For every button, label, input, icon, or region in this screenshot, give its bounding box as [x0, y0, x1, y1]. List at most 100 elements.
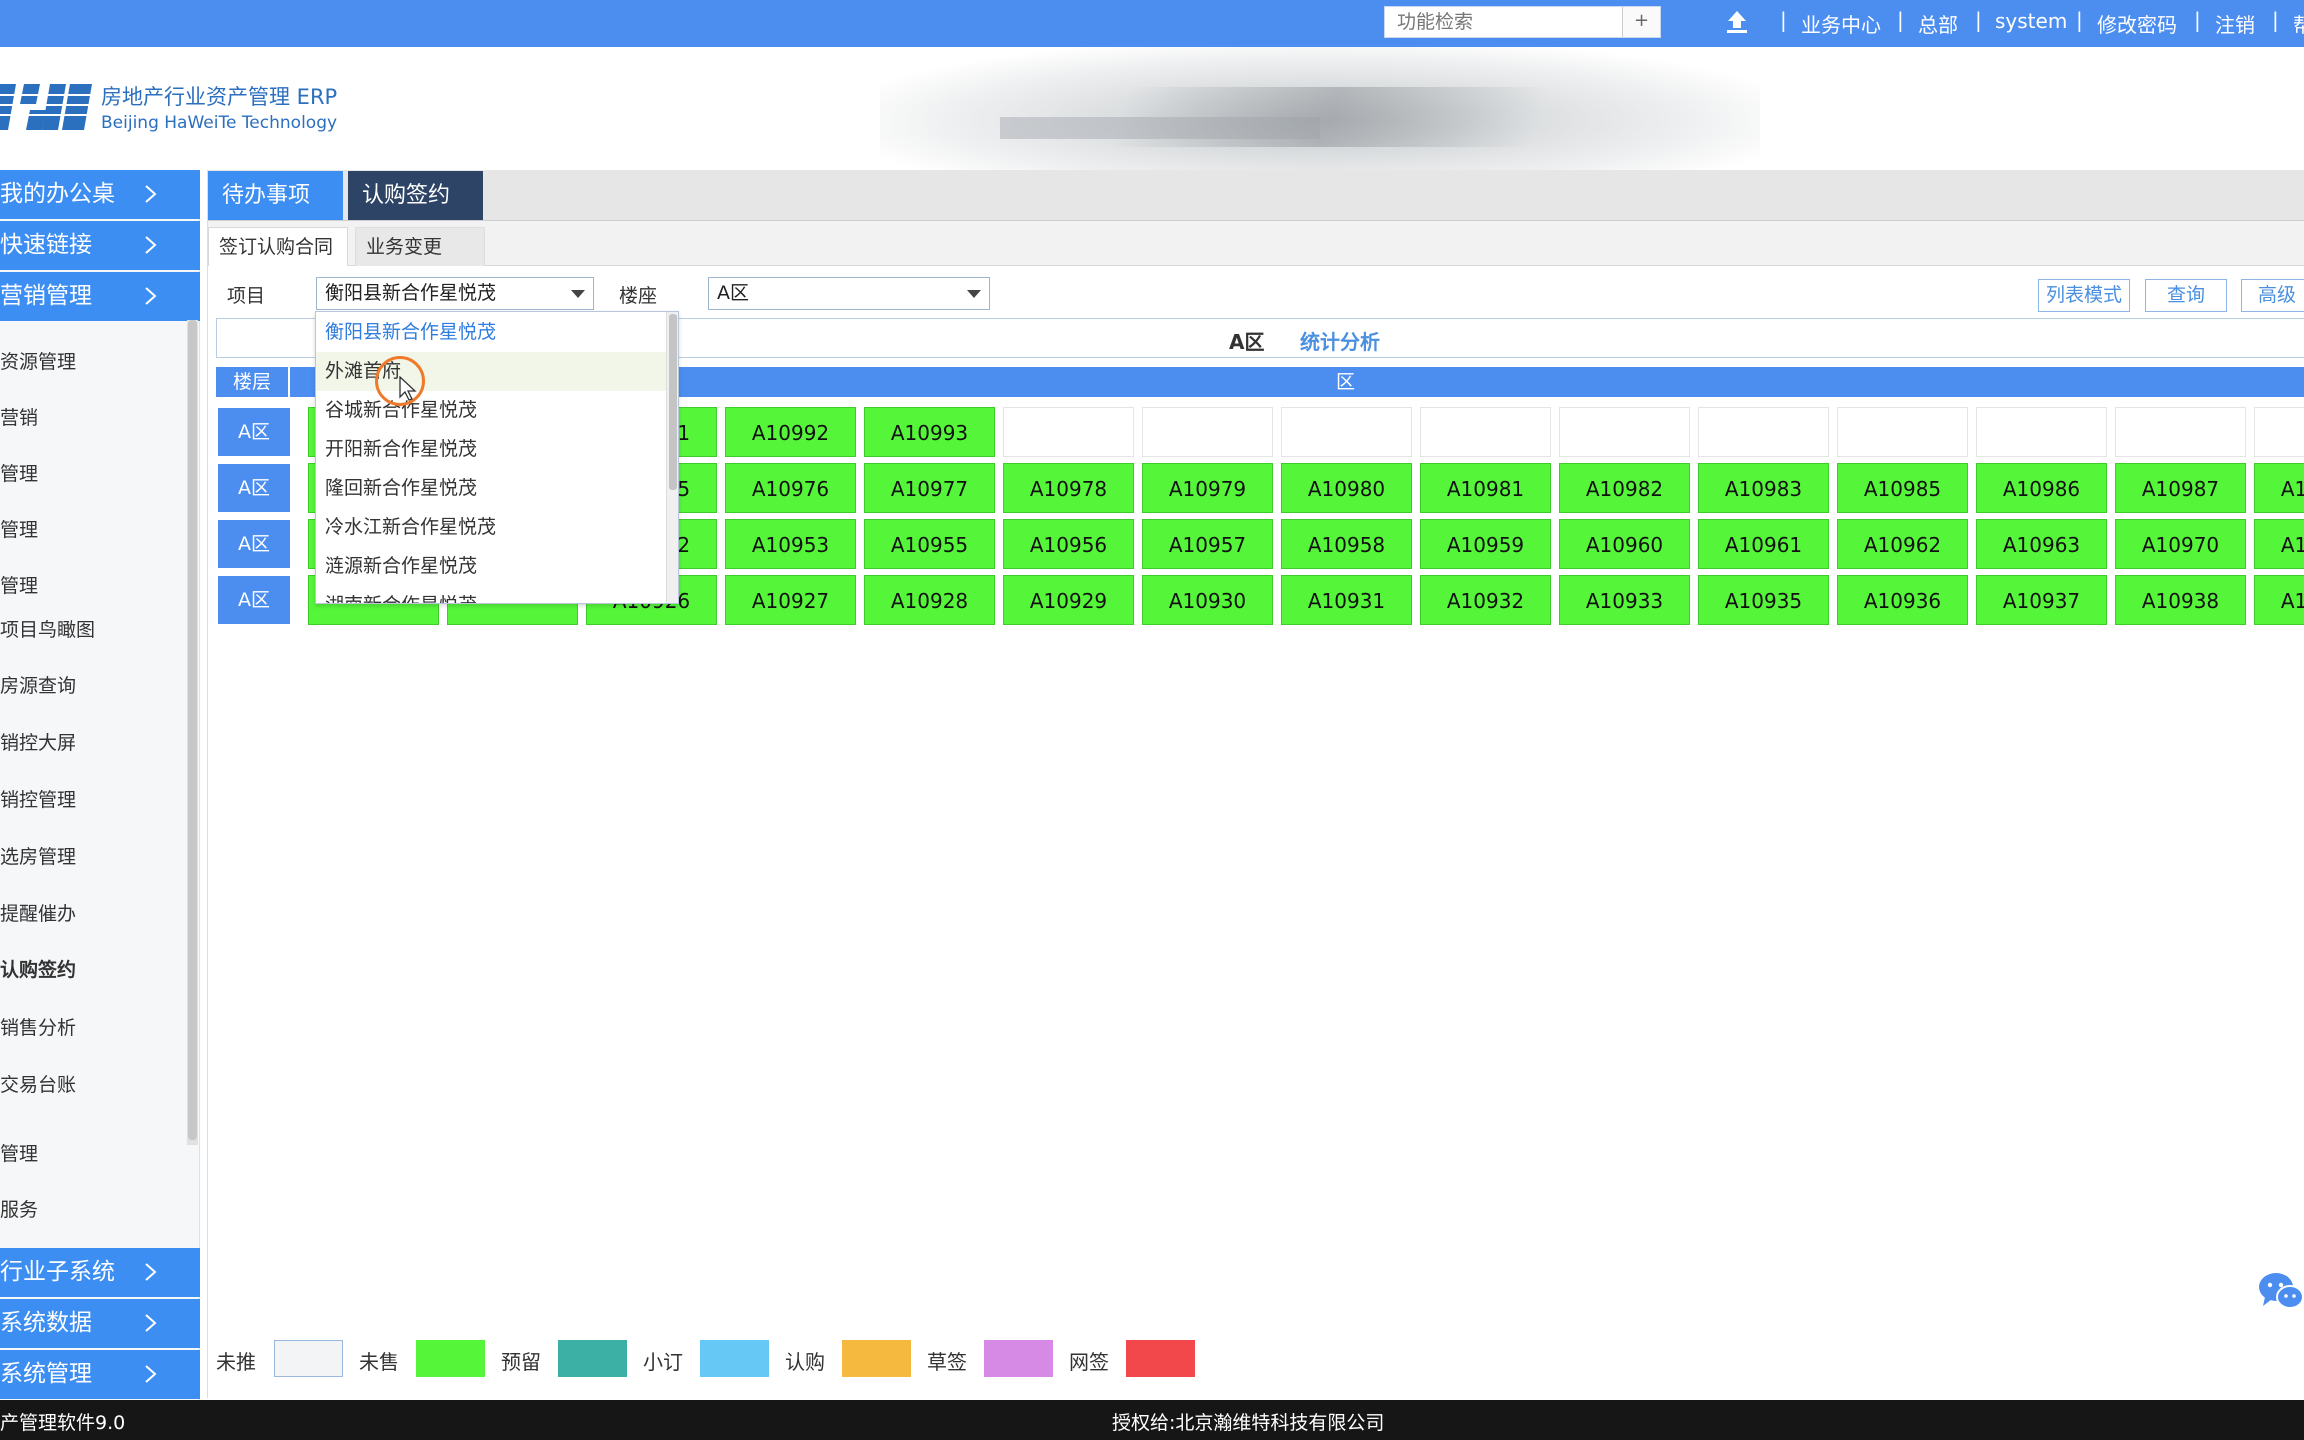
tab-todo[interactable]: 待办事项	[208, 171, 343, 220]
link-change-password[interactable]: 修改密码	[2097, 9, 2177, 38]
empty-cell	[1559, 407, 1690, 457]
sidebar-item[interactable]: 资源管理	[0, 347, 185, 374]
unit-cell[interactable]: A10960	[1559, 519, 1690, 569]
dropdown-option[interactable]: 隆回新合作星悦茂	[316, 469, 666, 508]
upload-icon[interactable]	[1724, 8, 1750, 36]
unit-cell[interactable]: A10958	[1281, 519, 1412, 569]
sidebar-item[interactable]: 管理	[0, 459, 185, 486]
dropdown-option[interactable]: 涟源新合作星悦茂	[316, 547, 666, 586]
unit-cell[interactable]: A10959	[1420, 519, 1551, 569]
unit-cell[interactable]: A10957	[1142, 519, 1273, 569]
sidebar-item[interactable]: 服务	[0, 1195, 185, 1222]
sidebar-group-my-desk[interactable]: 我的办公桌	[0, 170, 200, 219]
unit-cell[interactable]: A10956	[1003, 519, 1134, 569]
sidebar-group-quick-links[interactable]: 快速链接	[0, 221, 200, 270]
sidebar-item[interactable]: 交易台账	[0, 1070, 185, 1097]
building-select[interactable]: A区	[708, 277, 990, 310]
dropdown-scrollbar[interactable]	[666, 312, 678, 603]
sidebar-item[interactable]: 销控管理	[0, 785, 185, 812]
separator: |	[2272, 8, 2279, 32]
unit-cell[interactable]: A10962	[1837, 519, 1968, 569]
sidebar-item[interactable]: 管理	[0, 1139, 185, 1166]
dropdown-option[interactable]: 谷城新合作星悦茂	[316, 391, 666, 430]
sidebar-item[interactable]: 项目鸟瞰图	[0, 615, 185, 642]
unit-cell[interactable]: A10932	[1420, 575, 1551, 625]
unit-cell[interactable]: A10933	[1559, 575, 1690, 625]
unit-cell[interactable]: A10978	[1003, 463, 1134, 513]
unit-cell[interactable]: A10935	[1698, 575, 1829, 625]
subtab-business-change[interactable]: 业务变更	[355, 227, 485, 266]
unit-cell[interactable]: A10986	[1976, 463, 2107, 513]
unit-cell[interactable]: A10992	[725, 407, 856, 457]
unit-cell[interactable]: A10980	[1281, 463, 1412, 513]
project-dropdown-list[interactable]: 衡阳县新合作星悦茂 外滩首府 谷城新合作星悦茂 开阳新合作星悦茂 隆回新合作星悦茂 冷水江…	[315, 311, 679, 604]
unit-cell[interactable]: A10970	[2115, 519, 2246, 569]
link-business-center[interactable]: 业务中心	[1801, 9, 1881, 38]
unit-cell[interactable]: A10937	[1976, 575, 2107, 625]
sidebar-group-system-admin[interactable]: 系统管理	[0, 1350, 200, 1399]
dropdown-option[interactable]: 冷水江新合作星悦茂	[316, 508, 666, 547]
header-banner: 房地产行业资产管理 ERP Beijing HaWeiTe Technology	[0, 47, 2304, 170]
sidebar-group-industry-subsystem[interactable]: 行业子系统	[0, 1248, 200, 1297]
unit-cell[interactable]: A10988	[2254, 463, 2304, 513]
unit-cell[interactable]: A10971	[2254, 519, 2304, 569]
dropdown-option[interactable]: 湖南新合作星悦茂	[316, 586, 666, 603]
unit-cell[interactable]: A10938	[2115, 575, 2246, 625]
link-help[interactable]: 帮	[2293, 9, 2304, 38]
list-mode-button[interactable]: 列表模式	[2038, 279, 2130, 312]
link-headquarters[interactable]: 总部	[1918, 9, 1958, 38]
link-logout[interactable]: 注销	[2215, 9, 2255, 38]
dropdown-option[interactable]: 衡阳县新合作星悦茂	[316, 313, 666, 352]
function-search[interactable]: +	[1384, 6, 1661, 38]
unit-cell[interactable]: A10982	[1559, 463, 1690, 513]
subtab-sign-contract[interactable]: 签订认购合同	[208, 227, 348, 266]
unit-cell[interactable]: A10928	[864, 575, 995, 625]
unit-cell[interactable]: A10976	[725, 463, 856, 513]
unit-cell[interactable]: A10981	[1420, 463, 1551, 513]
query-button[interactable]: 查询	[2145, 279, 2227, 312]
empty-cell	[1420, 407, 1551, 457]
unit-cell[interactable]: A10955	[864, 519, 995, 569]
sidebar-group-system-data[interactable]: 系统数据	[0, 1299, 200, 1348]
unit-cell[interactable]: A10936	[1837, 575, 1968, 625]
link-system-user[interactable]: system	[1995, 9, 2067, 33]
unit-cell[interactable]: A10953	[725, 519, 856, 569]
sidebar-group-marketing[interactable]: 营销管理	[0, 272, 200, 321]
sidebar-item-subscription-signing[interactable]: 认购签约	[0, 955, 185, 982]
unit-cell[interactable]: A10993	[864, 407, 995, 457]
sidebar-item[interactable]: 选房管理	[0, 842, 185, 869]
unit-cell[interactable]: A10927	[725, 575, 856, 625]
unit-cell[interactable]: A10929	[1003, 575, 1134, 625]
sidebar-item[interactable]: 管理	[0, 515, 185, 542]
search-add-button[interactable]: +	[1622, 7, 1660, 37]
legend-swatch	[700, 1340, 769, 1377]
top-bar: + | 业务中心 | 总部 | system | 修改密码 | 注销 | 帮	[0, 0, 2304, 47]
advanced-button[interactable]: 高级	[2241, 279, 2304, 312]
statistics-link[interactable]: 统计分析	[1300, 326, 1380, 355]
dropdown-option[interactable]: 开阳新合作星悦茂	[316, 430, 666, 469]
unit-cell[interactable]: A10961	[1698, 519, 1829, 569]
project-select[interactable]: 衡阳县新合作星悦茂	[316, 277, 594, 310]
unit-cell[interactable]: A10979	[1142, 463, 1273, 513]
sidebar-item[interactable]: 管理	[0, 571, 185, 598]
wechat-icon[interactable]	[2257, 1270, 2304, 1312]
dropdown-option[interactable]: 外滩首府	[316, 352, 666, 391]
unit-cell[interactable]: A10939	[2254, 575, 2304, 625]
unit-cell[interactable]: A10983	[1698, 463, 1829, 513]
unit-cell[interactable]: A10987	[2115, 463, 2246, 513]
unit-cell[interactable]: A10930	[1142, 575, 1273, 625]
function-search-input[interactable]	[1385, 7, 1659, 37]
sidebar-group-label: 行业子系统	[0, 1259, 115, 1285]
unit-cell[interactable]: A10963	[1976, 519, 2107, 569]
sidebar-item[interactable]: 提醒催办	[0, 899, 185, 926]
sidebar-item[interactable]: 销控大屏	[0, 728, 185, 755]
sidebar-item[interactable]: 销售分析	[0, 1013, 185, 1040]
unit-cell[interactable]: A10977	[864, 463, 995, 513]
chevron-right-icon	[145, 1263, 157, 1281]
tab-subscription-signing[interactable]: 认购签约	[348, 171, 483, 220]
sidebar-scrollbar[interactable]	[187, 320, 198, 1145]
sidebar-item[interactable]: 营销	[0, 403, 185, 430]
sidebar-item[interactable]: 房源查询	[0, 671, 185, 698]
unit-cell[interactable]: A10985	[1837, 463, 1968, 513]
unit-cell[interactable]: A10931	[1281, 575, 1412, 625]
